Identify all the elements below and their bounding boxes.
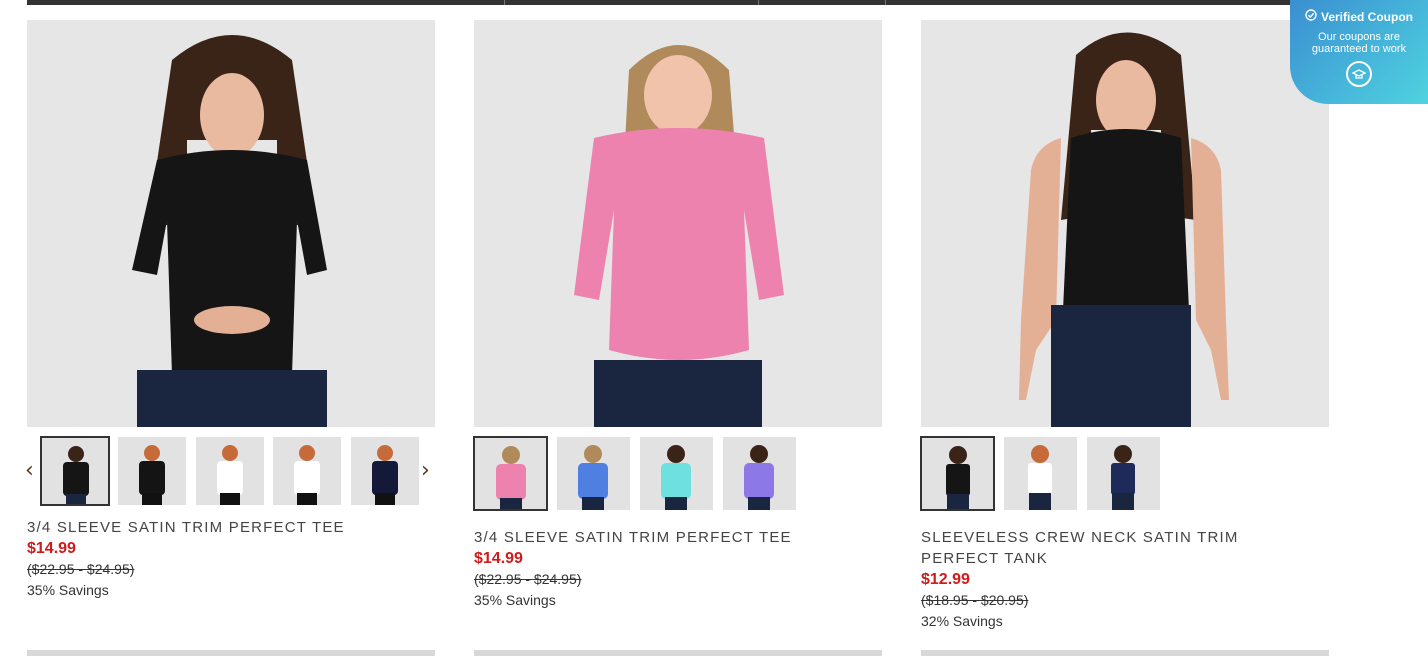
- product-image[interactable]: [27, 20, 435, 427]
- top-nav-bar: [27, 0, 1327, 5]
- thumbnail[interactable]: [196, 437, 264, 505]
- verified-coupon-badge[interactable]: Verified Coupon Our coupons are guarante…: [1290, 0, 1428, 104]
- original-price: ($18.95 - $20.95): [921, 592, 1029, 608]
- coupon-text: Our coupons are guaranteed to work: [1290, 31, 1428, 55]
- nav-divider: [758, 0, 759, 5]
- thumbnail[interactable]: [1004, 437, 1077, 510]
- product-title[interactable]: SLEEVELESS CREW NECK SATIN TRIM PERFECT …: [921, 527, 1329, 569]
- thumbnail[interactable]: [473, 436, 548, 511]
- next-row-card-edge: [27, 650, 435, 656]
- model-illustration: [27, 20, 435, 427]
- prev-arrow-icon[interactable]: ‹: [25, 459, 39, 483]
- nav-divider: [504, 0, 505, 5]
- coupon-title: Verified Coupon: [1320, 9, 1413, 24]
- model-illustration: [921, 20, 1329, 427]
- thumbnail[interactable]: [723, 437, 796, 510]
- product-image[interactable]: [474, 20, 882, 427]
- next-row-card-edge: [474, 650, 882, 656]
- product-card-1[interactable]: ‹ › 3/4 SLEEVE SATIN TRIM PERFECT TEE $1…: [25, 20, 435, 601]
- sale-price: $14.99: [27, 540, 76, 557]
- sale-price: $12.99: [921, 571, 970, 588]
- thumbnail[interactable]: [920, 436, 995, 511]
- product-title[interactable]: 3/4 SLEEVE SATIN TRIM PERFECT TEE: [27, 517, 435, 538]
- thumbnail-strip: [920, 436, 1329, 511]
- sale-price: $14.99: [474, 550, 523, 567]
- thumbnail[interactable]: [351, 437, 419, 505]
- thumbnail[interactable]: [1087, 437, 1160, 510]
- thumbnail[interactable]: [40, 436, 110, 506]
- thumbnail[interactable]: [273, 437, 341, 505]
- savings-label: 35% Savings: [27, 582, 109, 598]
- thumbnail-strip: ‹ ›: [25, 436, 435, 511]
- next-row-card-edge: [921, 650, 1329, 656]
- product-card-3[interactable]: SLEEVELESS CREW NECK SATIN TRIM PERFECT …: [920, 20, 1329, 632]
- next-arrow-icon[interactable]: ›: [421, 459, 435, 483]
- product-title[interactable]: 3/4 SLEEVE SATIN TRIM PERFECT TEE: [474, 527, 882, 548]
- coupon-header: Verified Coupon: [1290, 9, 1428, 24]
- product-title-line: SLEEVELESS CREW NECK SATIN TRIM: [921, 529, 1239, 546]
- model-illustration: [474, 20, 882, 427]
- coupon-line: Our coupons are: [1318, 31, 1400, 43]
- savings-label: 32% Savings: [921, 613, 1003, 629]
- original-price: ($22.95 - $24.95): [474, 571, 582, 587]
- thumbnail[interactable]: [640, 437, 713, 510]
- original-price: ($22.95 - $24.95): [27, 561, 135, 577]
- thumbnail[interactable]: [118, 437, 186, 505]
- check-circle-icon: [1305, 9, 1317, 24]
- savings-label: 35% Savings: [474, 592, 556, 608]
- nav-divider: [885, 0, 886, 5]
- coupon-line: guaranteed to work: [1311, 43, 1407, 55]
- product-title-line: PERFECT TANK: [921, 550, 1048, 567]
- thumbnail-strip: [473, 436, 882, 511]
- hat-logo-icon: [1346, 61, 1372, 87]
- product-card-2[interactable]: 3/4 SLEEVE SATIN TRIM PERFECT TEE $14.99…: [473, 20, 882, 611]
- product-image[interactable]: [921, 20, 1329, 427]
- thumbnail[interactable]: [557, 437, 630, 510]
